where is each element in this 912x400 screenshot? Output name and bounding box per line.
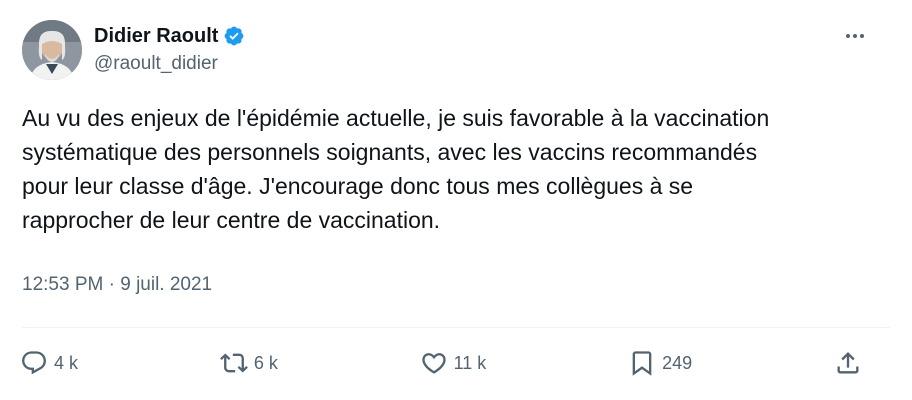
more-button[interactable] bbox=[838, 24, 872, 48]
like-icon bbox=[421, 353, 446, 374]
reply-button[interactable]: 4 k bbox=[20, 349, 78, 377]
repost-count: 6 k bbox=[253, 352, 278, 373]
tweet-card: Didier Raoult @raoult_didier Au vu des e… bbox=[0, 0, 912, 400]
author-handle[interactable]: @raoult_didier bbox=[94, 53, 245, 75]
repost-button[interactable]: 6 k bbox=[219, 349, 278, 377]
author-block: Didier Raoult @raoult_didier bbox=[94, 22, 245, 75]
like-count: 11 k bbox=[453, 352, 487, 373]
tweet-text: Au vu des enjeux de l'épidémie actuelle,… bbox=[22, 105, 770, 233]
share-button[interactable] bbox=[834, 349, 862, 377]
verified-badge-icon bbox=[223, 25, 245, 47]
author-name-row: Didier Raoult bbox=[94, 22, 245, 50]
avatar[interactable] bbox=[22, 20, 82, 80]
tweet-date[interactable]: 9 juil. 2021 bbox=[120, 274, 212, 295]
divider bbox=[22, 327, 890, 328]
tweet-header: Didier Raoult @raoult_didier bbox=[22, 20, 892, 84]
tweet-meta: 12:53 PM · 9 juil. 2021 bbox=[22, 274, 212, 296]
repost-icon bbox=[219, 353, 248, 373]
bookmark-count: 249 bbox=[662, 352, 693, 373]
share-icon bbox=[837, 352, 859, 374]
action-bar: 4 k 6 k 11 k 249 bbox=[20, 346, 862, 380]
bookmark-button[interactable]: 249 bbox=[628, 349, 692, 377]
like-button[interactable]: 11 k bbox=[420, 349, 487, 377]
tweet-time[interactable]: 12:53 PM bbox=[22, 274, 103, 295]
reply-icon bbox=[22, 351, 46, 375]
reply-count: 4 k bbox=[54, 352, 79, 373]
author-name[interactable]: Didier Raoult bbox=[94, 25, 218, 48]
more-icon bbox=[846, 34, 864, 38]
bookmark-icon bbox=[632, 351, 652, 376]
meta-separator: · bbox=[103, 274, 121, 295]
